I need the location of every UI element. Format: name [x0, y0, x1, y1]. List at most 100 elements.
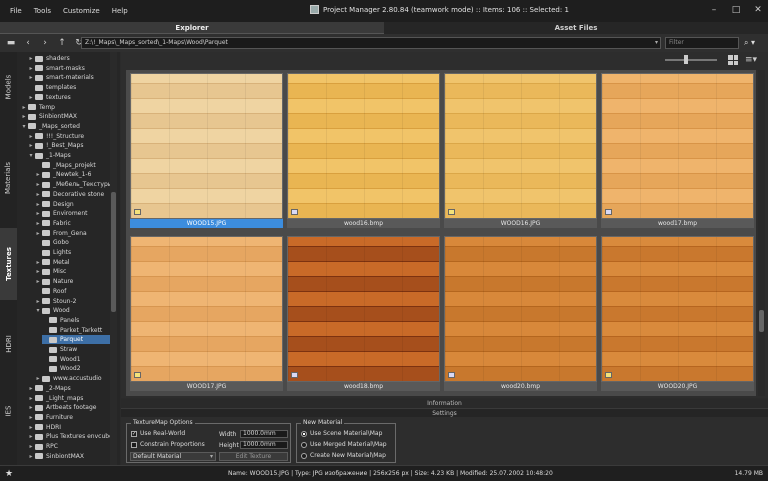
tab-explorer[interactable]: Explorer [0, 22, 384, 34]
tree-item[interactable]: ▸ Temp [21, 103, 55, 112]
chevron-right-icon[interactable]: ▸ [28, 443, 34, 450]
forward-icon[interactable]: › [39, 37, 51, 49]
tab-materials[interactable]: Materials [0, 138, 17, 218]
tree-item[interactable]: _Maps_projekt [35, 161, 96, 170]
tree-item[interactable]: Panels [42, 316, 79, 325]
sort-options-icon[interactable]: ≡▾ [745, 55, 757, 65]
texture-preview[interactable] [601, 236, 754, 382]
chevron-right-icon[interactable]: ▸ [35, 230, 41, 237]
thumbnail-item[interactable]: wood17.bmp [601, 73, 754, 228]
chevron-right-icon[interactable]: ▸ [28, 65, 34, 72]
tree-scroll-thumb[interactable] [111, 192, 116, 312]
chevron-right-icon[interactable]: ▸ [28, 55, 34, 62]
thumbnail-item[interactable]: wood18.bmp [287, 236, 440, 391]
thumbnail-item[interactable]: wood16.bmp [287, 73, 440, 228]
thumbnail-item[interactable]: WOOD17.JPG [130, 236, 283, 391]
tree-item[interactable]: ▸ textures [28, 93, 70, 102]
width-field[interactable]: 1000.0mm [240, 430, 288, 438]
zoom-slider-knob[interactable] [684, 55, 688, 64]
maximize-icon[interactable]: □ [730, 4, 742, 16]
chevron-right-icon[interactable]: ▸ [28, 395, 34, 402]
tree-item[interactable]: ▸ Enviroment [35, 209, 87, 218]
tree-item[interactable]: ▸ From_Gena [35, 229, 86, 238]
up-icon[interactable]: ↑ [56, 37, 68, 49]
texture-preview[interactable] [601, 73, 754, 219]
tree-item[interactable]: Parket_Tarkett [42, 326, 102, 335]
tree-item[interactable]: ▸ _Мебель_Текстуры [35, 180, 112, 189]
tree-item[interactable]: ▸ Nature [35, 277, 73, 286]
tree-item[interactable]: Wood2 [42, 364, 81, 373]
tab-ies[interactable]: IES [0, 388, 17, 434]
star-icon[interactable]: ★ [5, 469, 13, 479]
thumbnail-item[interactable]: WOOD16.JPG [444, 73, 597, 228]
tree-item[interactable]: ▸ SinbiontMAX [21, 112, 77, 121]
tree-item[interactable]: ▸ Decorative stone [35, 190, 104, 199]
chevron-down-icon[interactable]: ▾ [28, 152, 34, 159]
chevron-right-icon[interactable]: ▸ [35, 298, 41, 305]
tree-item[interactable]: ▸ Plus Textures envcube [28, 432, 112, 441]
chevron-right-icon[interactable]: ▸ [35, 268, 41, 275]
information-bar[interactable]: Information [121, 399, 768, 408]
chevron-right-icon[interactable]: ▸ [35, 181, 41, 188]
tree-item[interactable]: ▸ smart-masks [28, 64, 84, 73]
chevron-right-icon[interactable]: ▸ [28, 142, 34, 149]
chevron-down-icon[interactable]: ▾ [35, 307, 41, 314]
minimize-icon[interactable]: – [708, 4, 720, 16]
radio-use-scene-material[interactable]: Use Scene Material\Map [301, 430, 382, 437]
chevron-right-icon[interactable]: ▸ [28, 424, 34, 431]
grid-view-icon[interactable] [728, 55, 738, 65]
tree-item[interactable]: templates [28, 83, 76, 92]
height-field[interactable]: 1000.0mm [240, 441, 288, 449]
tab-asset-files[interactable]: Asset Files [384, 22, 768, 34]
chevron-right-icon[interactable]: ▸ [21, 113, 27, 120]
tree-item[interactable]: ▸ SinbiontMAX [28, 452, 84, 461]
chevron-right-icon[interactable]: ▸ [35, 191, 41, 198]
back-icon[interactable]: ‹ [22, 37, 34, 49]
content-scrollbar[interactable] [758, 70, 765, 396]
menu-item-help[interactable]: Help [106, 7, 134, 15]
texture-preview[interactable] [444, 73, 597, 219]
chevron-down-icon[interactable]: ▾ [655, 38, 658, 48]
tree-item[interactable]: ▸ shaders [28, 54, 69, 63]
tab-textures[interactable]: Textures [0, 228, 17, 300]
thumbnail-item[interactable]: WOOD15.JPG [130, 73, 283, 228]
chevron-down-icon[interactable]: ▾ [21, 123, 27, 130]
tab-hdri[interactable]: HDRI [0, 314, 17, 374]
texture-preview[interactable] [130, 236, 283, 382]
tree-item[interactable]: Straw [42, 345, 77, 354]
menu-item-customize[interactable]: Customize [57, 7, 106, 15]
chevron-right-icon[interactable]: ▸ [35, 278, 41, 285]
tree-item[interactable]: ▸ !!!_Structure [28, 132, 84, 141]
tree-item[interactable]: ▸ Artbeats footage [28, 403, 96, 412]
texture-preview[interactable] [130, 73, 283, 219]
radio-create-new-material[interactable]: Create New Material\Map [301, 452, 386, 459]
tree-item[interactable]: Roof [35, 287, 66, 296]
settings-bar[interactable]: Settings [121, 408, 768, 417]
tree-item[interactable]: ▸ Stoun-2 [35, 297, 76, 306]
thumbnail-item[interactable]: WOOD20.JPG [601, 236, 754, 391]
tree-item[interactable]: ▸ Misc [35, 267, 66, 276]
use-real-world-checkbox[interactable]: ✓ Use Real-World [131, 430, 185, 437]
filter-input[interactable]: Filter [665, 37, 739, 49]
chevron-right-icon[interactable]: ▸ [28, 133, 34, 140]
chevron-right-icon[interactable]: ▸ [28, 453, 34, 460]
texture-preview[interactable] [287, 73, 440, 219]
edit-texture-button[interactable]: Edit Texture [219, 452, 288, 461]
tree-item[interactable]: Gobo [35, 238, 69, 247]
tree-item[interactable]: ▸ Metal [35, 258, 69, 267]
chevron-right-icon[interactable]: ▸ [35, 171, 41, 178]
chevron-right-icon[interactable]: ▸ [28, 385, 34, 392]
search-icon[interactable]: ⌕ ▾ [744, 37, 764, 49]
thumbnail-item[interactable]: wood20.bmp [444, 236, 597, 391]
chevron-right-icon[interactable]: ▸ [35, 259, 41, 266]
chevron-right-icon[interactable]: ▸ [28, 404, 34, 411]
tree-item[interactable]: ▾ _Maps_sorted [21, 122, 79, 131]
chevron-right-icon[interactable]: ▸ [28, 94, 34, 101]
chevron-right-icon[interactable]: ▸ [21, 104, 27, 111]
tree-item[interactable]: ▾ _1-Maps [28, 151, 70, 160]
tree-item[interactable]: ▸ RPC [28, 442, 58, 451]
chevron-right-icon[interactable]: ▸ [35, 210, 41, 217]
menu-item-file[interactable]: File [4, 7, 28, 15]
tree-item[interactable]: Lights [35, 248, 71, 257]
path-field[interactable]: Z:\!_Maps\_Maps_sorted\_1-Maps\Wood\Parq… [81, 37, 661, 49]
